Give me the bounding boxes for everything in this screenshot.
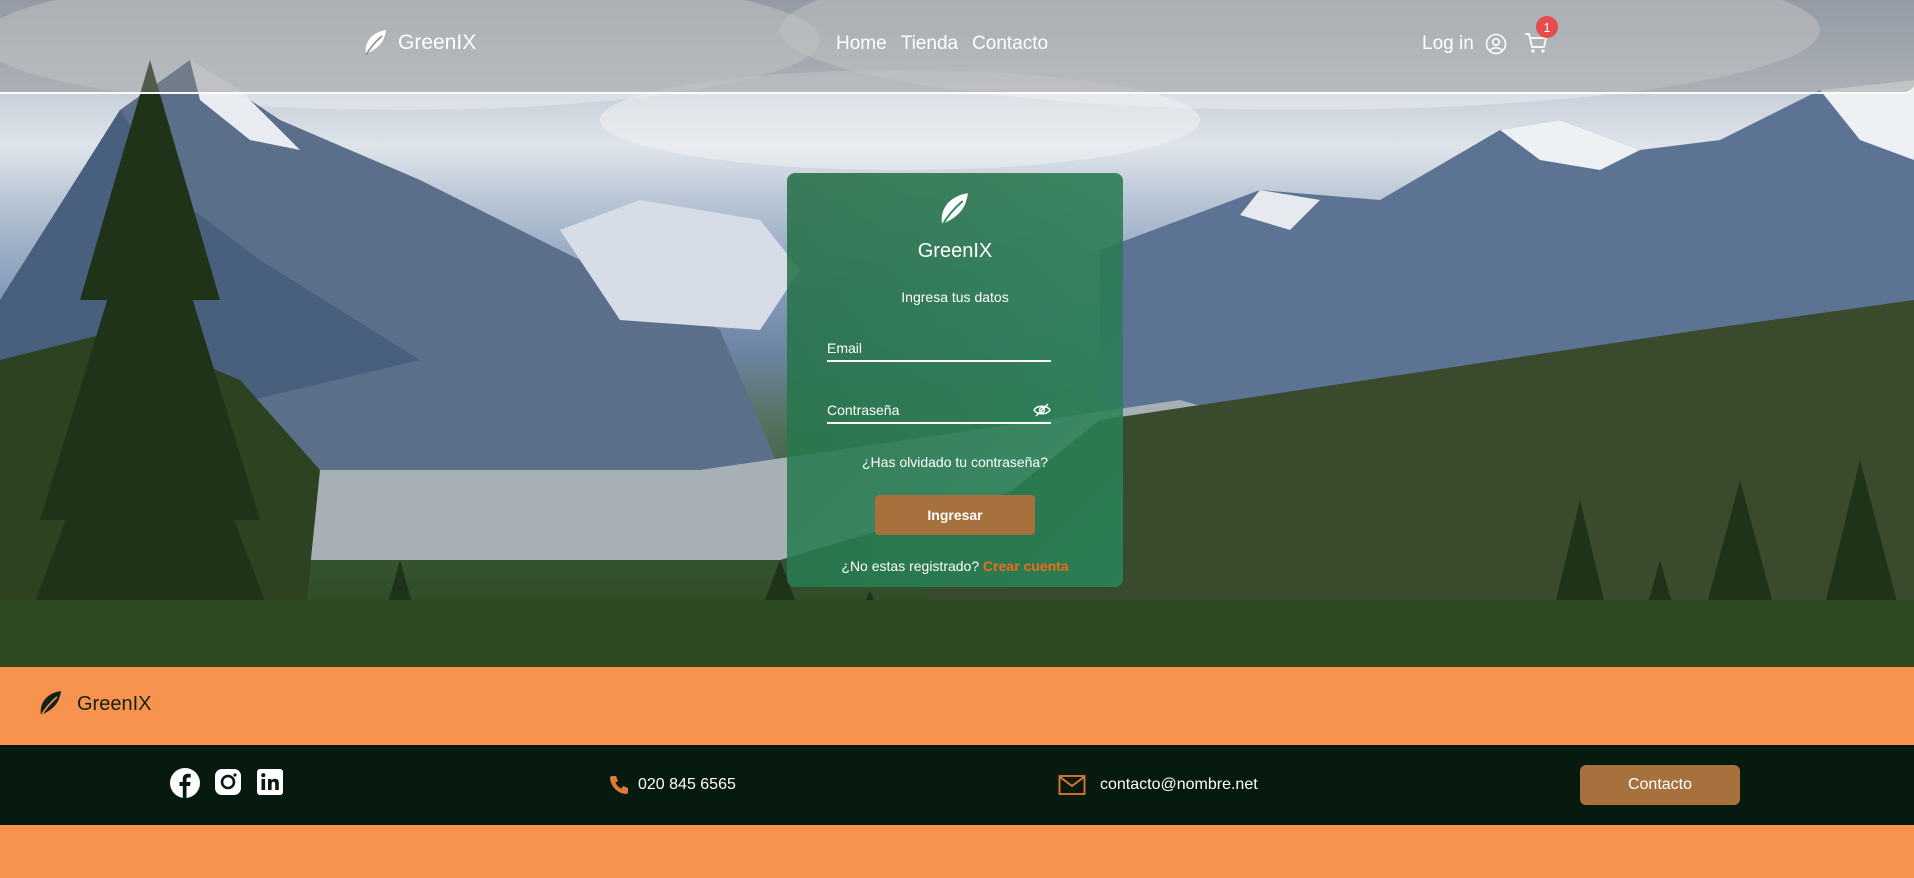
facebook-icon[interactable] — [170, 768, 200, 798]
phone-icon — [610, 776, 628, 794]
create-account-link[interactable]: Crear cuenta — [983, 558, 1069, 574]
password-field — [827, 398, 1051, 424]
footer-contact-bar: 020 845 6565 contacto@nombre.net Contact… — [0, 745, 1914, 825]
social-links — [170, 768, 284, 798]
email-field — [827, 336, 1051, 362]
login-card: GreenIX Ingresa tus datos ¿Has olvidado … — [787, 173, 1123, 587]
register-text: ¿No estas registrado? — [841, 558, 980, 574]
main-nav: Home Tienda Contacto — [836, 33, 1048, 55]
mail-icon — [1058, 775, 1086, 795]
login-link[interactable]: Log in — [1422, 33, 1474, 55]
leaf-icon — [40, 691, 61, 717]
nav-contacto[interactable]: Contacto — [972, 33, 1048, 55]
footer-brand-bar: GreenIX — [0, 667, 1914, 745]
brand-name: GreenIX — [398, 31, 477, 54]
password-input[interactable] — [827, 398, 1051, 422]
email-address[interactable]: contacto@nombre.net — [1100, 776, 1258, 794]
phone-contact: 020 845 6565 — [608, 774, 736, 796]
leaf-icon — [941, 193, 968, 226]
footer-brand-name: GreenIX — [77, 692, 152, 715]
instagram-icon[interactable] — [214, 768, 242, 796]
leaf-icon — [365, 30, 386, 56]
phone-number[interactable]: 020 845 6565 — [638, 776, 736, 794]
card-brand-name: GreenIX — [917, 240, 993, 262]
forgot-password-link[interactable]: ¿Has olvidado tu contraseña? — [862, 454, 1048, 470]
eye-off-icon[interactable] — [1033, 403, 1051, 417]
nav-tienda[interactable]: Tienda — [901, 33, 958, 55]
cart-count-badge: 1 — [1536, 16, 1558, 38]
footer-bottom-strip — [0, 825, 1914, 878]
submit-button[interactable]: Ingresar — [875, 495, 1035, 535]
footer-brand[interactable]: GreenIX — [37, 689, 151, 719]
register-row: ¿No estas registrado? Crear cuenta — [787, 558, 1123, 574]
user-icon[interactable] — [1485, 33, 1507, 55]
linkedin-icon[interactable] — [256, 768, 284, 796]
contact-button[interactable]: Contacto — [1580, 765, 1740, 805]
brand-logo[interactable]: GreenIX — [362, 28, 476, 58]
email-contact: contacto@nombre.net — [1058, 774, 1258, 796]
nav-home[interactable]: Home — [836, 33, 887, 55]
top-navbar: GreenIX Home Tienda Contacto Log in 1 — [0, 0, 1914, 94]
email-input[interactable] — [827, 336, 1051, 360]
card-subtitle: Ingresa tus datos — [901, 289, 1009, 305]
